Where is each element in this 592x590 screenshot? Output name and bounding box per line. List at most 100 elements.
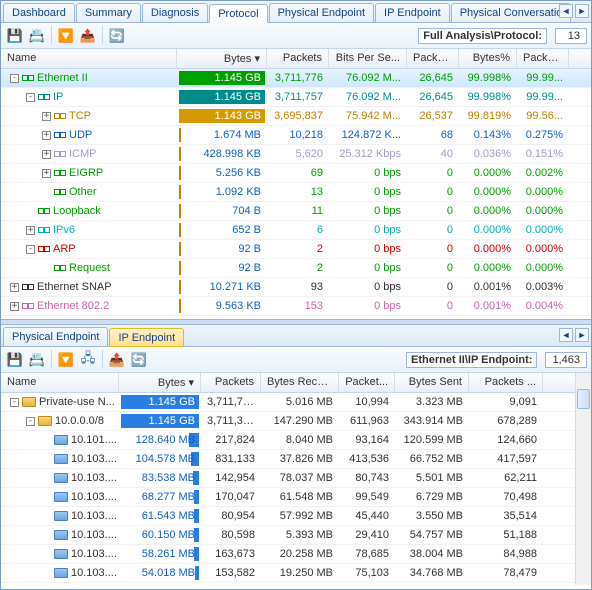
table-row[interactable]: 10.101....128.640 MB217,8248.040 MB93,16… <box>1 431 591 450</box>
tab-prev-icon[interactable]: ◄ <box>559 4 573 18</box>
cell: 99.819% <box>459 110 517 122</box>
protocol-icon <box>38 244 50 254</box>
table-row[interactable]: Loopback704 B110 bps00.000%0.000% <box>1 202 591 221</box>
tab-physical-endpoint[interactable]: Physical Endpoint <box>3 327 108 346</box>
collapse-icon[interactable]: - <box>10 74 19 83</box>
cell: 0.000% <box>459 205 517 217</box>
table-row[interactable]: 10.103....83.538 MB142,95478.037 MB80,74… <box>1 469 591 488</box>
cell: 3,711,754 <box>201 396 261 408</box>
protocol-icon <box>22 282 34 292</box>
table-row[interactable]: -IP1.145 GB3,711,75776.092 M...26,64599.… <box>1 88 591 107</box>
tab-protocol[interactable]: Protocol <box>209 4 267 23</box>
table-row[interactable]: Request92 B20 bps00.000%0.000% <box>1 259 591 278</box>
toolbar-button-3[interactable]: 📤 <box>78 26 98 46</box>
column-header[interactable]: Name <box>1 373 119 392</box>
toolbar-button-5[interactable]: 🔄 <box>129 350 149 370</box>
table-row[interactable]: 10.103....60.150 MB80,5985.393 MB29,4105… <box>1 526 591 545</box>
column-header[interactable]: Packet... <box>339 373 395 392</box>
toolbar-button-1[interactable]: 📇 <box>27 350 47 370</box>
column-header[interactable]: Bytes Sent <box>395 373 469 392</box>
bytes-value: 104.578 MB <box>136 453 195 465</box>
column-header[interactable]: Bytes Recei... <box>261 373 339 392</box>
table-row[interactable]: 10.103....104.578 MB831,13337.826 MB413,… <box>1 450 591 469</box>
cell: 66.752 MB <box>395 453 469 465</box>
table-row[interactable]: -Ethernet II1.145 GB3,711,77676.092 M...… <box>1 69 591 88</box>
toolbar-button-4[interactable]: 📤 <box>107 350 127 370</box>
column-header[interactable]: Packets <box>201 373 261 392</box>
table-row[interactable]: Other1.092 KB130 bps00.000%0.000% <box>1 183 591 202</box>
table-row[interactable]: 10.103....61.543 MB80,95457.992 MB45,440… <box>1 507 591 526</box>
column-header[interactable]: Bits Per Se... <box>329 49 407 68</box>
expand-icon[interactable]: + <box>42 150 51 159</box>
endpoint-count: 1,463 <box>545 352 587 368</box>
tab-diagnosis[interactable]: Diagnosis <box>142 3 208 22</box>
table-row[interactable]: -Private-use N...1.145 GB3,711,7545.016 … <box>1 393 591 412</box>
table-row[interactable]: +TCP1.143 GB3,695,83775.942 M...26,53799… <box>1 107 591 126</box>
expand-icon[interactable]: + <box>42 169 51 178</box>
table-row[interactable]: +UDP1.674 MB10,218124.872 K...680.143%0.… <box>1 126 591 145</box>
column-header[interactable]: Bytes% <box>459 49 517 68</box>
cell: 62,211 <box>469 472 543 484</box>
tab-dashboard[interactable]: Dashboard <box>3 3 75 22</box>
tab-ip-endpoint[interactable]: IP Endpoint <box>109 328 184 347</box>
table-row[interactable]: +Ethernet 802.29.563 KB1530 bps00.001%0.… <box>1 297 591 316</box>
tree-spacer <box>42 455 51 464</box>
tab-next-icon[interactable]: ► <box>575 4 589 18</box>
column-header[interactable]: Bytes ▾ <box>119 373 201 392</box>
host-icon <box>54 435 68 445</box>
column-header[interactable]: Bytes ▾ <box>177 49 267 68</box>
table-row[interactable]: 10.103....68.277 MB170,04761.548 MB99,54… <box>1 488 591 507</box>
cell: 51,188 <box>469 529 543 541</box>
toolbar-button-1[interactable]: 📇 <box>27 26 47 46</box>
tab-physical-conversatio[interactable]: Physical Conversatio <box>451 3 572 22</box>
table-row[interactable]: -10.0.0.0/81.145 GB3,711,355147.290 MB61… <box>1 412 591 431</box>
column-header[interactable]: Packets <box>267 49 329 68</box>
expand-icon[interactable]: + <box>26 226 35 235</box>
collapse-icon[interactable]: - <box>26 417 35 426</box>
column-header[interactable]: Packets ... <box>469 373 543 392</box>
expand-icon[interactable]: + <box>10 283 19 292</box>
cell: 0 <box>407 243 459 255</box>
column-header[interactable]: Packe... <box>407 49 459 68</box>
cell: 3,711,757 <box>267 91 329 103</box>
protocol-icon <box>54 263 66 273</box>
collapse-icon[interactable]: - <box>26 93 35 102</box>
cell: 93,164 <box>339 434 395 446</box>
table-row[interactable]: 10.103....58.261 MB163,67320.258 MB78,68… <box>1 545 591 564</box>
toolbar-button-3[interactable]: 🖧 <box>78 350 98 370</box>
toolbar-button-4[interactable]: 🔄 <box>107 26 127 46</box>
cell: 153,582 <box>201 567 261 579</box>
cell: 0 bps <box>329 205 407 217</box>
toolbar-button-2[interactable]: 🔽 <box>56 350 76 370</box>
expand-icon[interactable]: + <box>42 131 51 140</box>
table-row[interactable]: 10.103....54.018 MB153,58219.250 MB75,10… <box>1 564 591 583</box>
tab-summary[interactable]: Summary <box>76 3 141 22</box>
cell: 75,103 <box>339 567 395 579</box>
protocol-icon <box>54 187 66 197</box>
column-header[interactable]: Packe... <box>517 49 569 68</box>
vertical-scrollbar[interactable] <box>575 373 591 585</box>
expand-icon[interactable]: + <box>42 112 51 121</box>
tab-next-icon[interactable]: ► <box>575 328 589 342</box>
column-header[interactable]: Name <box>1 49 177 68</box>
table-row[interactable]: -ARP92 B20 bps00.000%0.000% <box>1 240 591 259</box>
tab-physical-endpoint[interactable]: Physical Endpoint <box>269 3 374 22</box>
cell: 5.393 MB <box>261 529 339 541</box>
collapse-icon[interactable]: - <box>10 398 19 407</box>
table-row[interactable]: +ICMP428.998 KB5,62025.312 Kbps400.036%0… <box>1 145 591 164</box>
cell: 99.56... <box>517 110 569 122</box>
cell: 0.143% <box>459 129 517 141</box>
collapse-icon[interactable]: - <box>26 245 35 254</box>
expand-icon[interactable]: + <box>10 302 19 311</box>
row-label: IP <box>53 91 63 103</box>
tab-prev-icon[interactable]: ◄ <box>559 328 573 342</box>
toolbar-button-0[interactable]: 💾 <box>5 26 25 46</box>
toolbar-button-0[interactable]: 💾 <box>5 350 25 370</box>
cell: 99.99... <box>517 72 569 84</box>
cell: 10,218 <box>267 129 329 141</box>
table-row[interactable]: +IPv6652 B60 bps00.000%0.000% <box>1 221 591 240</box>
table-row[interactable]: +EIGRP5.256 KB690 bps00.000%0.002% <box>1 164 591 183</box>
tab-ip-endpoint[interactable]: IP Endpoint <box>375 3 450 22</box>
table-row[interactable]: +Ethernet SNAP10.271 KB930 bps00.001%0.0… <box>1 278 591 297</box>
toolbar-button-2[interactable]: 🔽 <box>56 26 76 46</box>
